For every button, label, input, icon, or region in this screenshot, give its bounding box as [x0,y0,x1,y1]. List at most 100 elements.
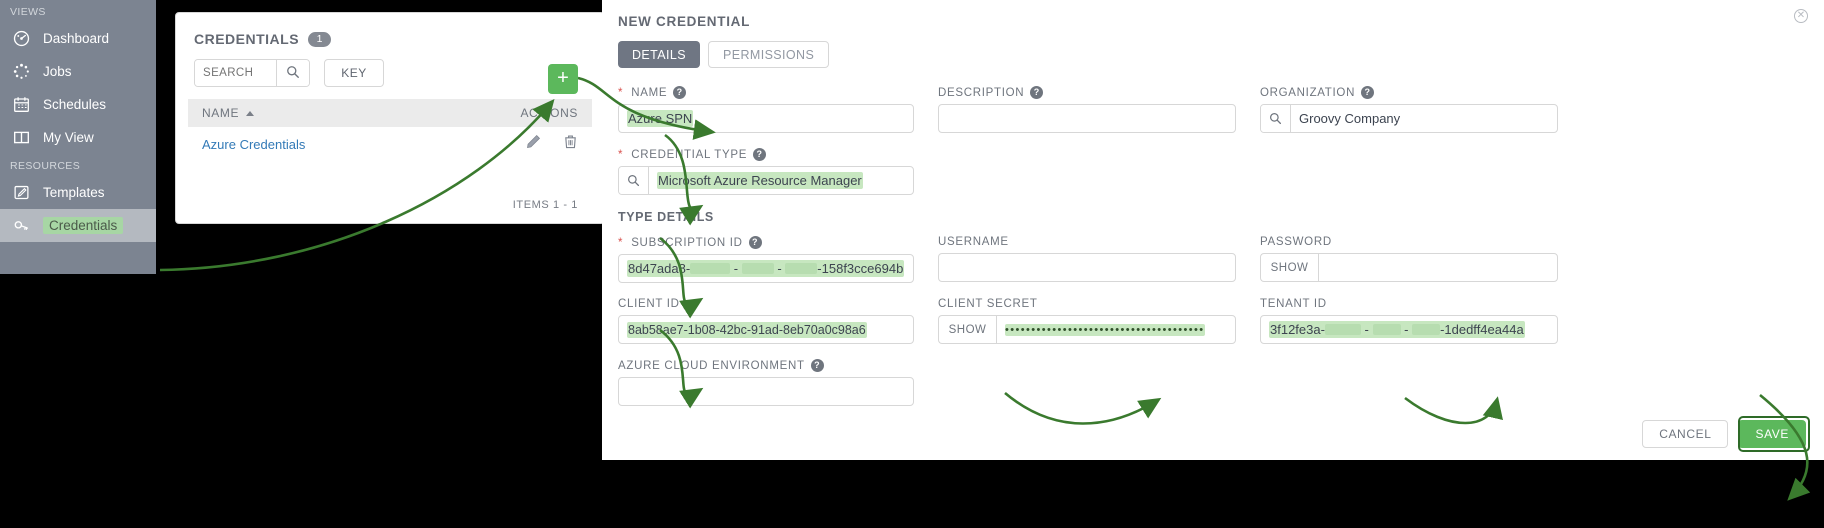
label-client-secret: CLIENT SECRET [938,298,1236,310]
name-value: Azure SPN [627,110,694,127]
label-text: CLIENT SECRET [938,298,1038,310]
key-icon [10,215,32,237]
sidebar-section-views: VIEWS [10,6,46,18]
sidebar-section-resources: RESOURCES [10,160,81,172]
close-icon[interactable]: ✕ [1794,9,1808,23]
pencil-icon[interactable] [526,134,541,154]
form-grid: * NAME ? Azure SPN DESCRIPTION ? ORGANIZ… [602,68,1824,406]
key-button[interactable]: KEY [324,59,384,87]
add-credential-button[interactable]: + [548,64,578,94]
organization-value: Groovy Company [1299,111,1401,126]
help-icon[interactable]: ? [753,148,767,161]
field-organization: ORGANIZATION ? Groovy Company [1260,86,1558,133]
sidebar-item-dashboard[interactable]: Dashboard [0,22,156,55]
credential-type-value-wrap: Microsoft Azure Resource Manager [649,172,913,189]
username-input[interactable] [938,253,1236,282]
credential-type-value: Microsoft Azure Resource Manager [657,172,863,189]
sidebar-item-credentials[interactable]: Credentials [0,209,156,242]
field-description: DESCRIPTION ? [938,86,1236,133]
help-icon[interactable]: ? [810,359,824,372]
client-secret-value: •••••••••••••••••••••••••••••••••••••• [1005,323,1205,336]
help-icon[interactable]: ? [748,236,762,249]
label-client-id: CLIENT ID [618,298,914,310]
required-asterisk: * [618,236,624,249]
field-credential-type: * CREDENTIAL TYPE ? Microsoft Azure Reso… [618,148,914,195]
help-icon[interactable]: ? [1030,86,1044,99]
list-controls: KEY [176,47,604,87]
column-header-name[interactable]: NAME [202,106,255,120]
table-row: Azure Credentials [188,127,592,161]
help-icon[interactable]: ? [1361,86,1375,99]
sidebar-item-my-view[interactable]: My View [0,121,156,154]
required-asterisk: * [618,86,624,99]
form-footer: CANCEL SAVE [1642,420,1806,448]
row-actions [526,134,578,154]
search-button[interactable] [276,60,309,86]
sidebar-item-templates[interactable]: Templates [0,176,156,209]
field-client-id: CLIENT ID 8ab58ae7-1b08-42bc-91ad-8eb70a… [618,298,914,344]
label-text: TENANT ID [1260,298,1327,310]
template-edit-icon [10,182,32,204]
sort-asc-icon [246,110,255,116]
subscription-id-prefix: 8d47ada8- [628,261,691,276]
label-name: * NAME ? [618,86,914,99]
field-azure-cloud-environment: AZURE CLOUD ENVIRONMENT ? [618,359,914,406]
sidebar-item-label: Dashboard [43,31,110,46]
password-input[interactable] [1318,253,1558,282]
password-group: SHOW [1260,253,1558,282]
tab-permissions[interactable]: PERMISSIONS [707,41,830,68]
tenant-id-prefix: 3f12fe3a- [1270,322,1325,337]
sidebar-item-schedules[interactable]: Schedules [0,88,156,121]
search-icon[interactable] [1261,105,1291,132]
label-organization: ORGANIZATION ? [1260,86,1558,99]
tenant-id-input[interactable]: 3f12fe3a- - - -1dedff4ea44a [1260,315,1558,344]
cancel-button[interactable]: CANCEL [1642,420,1729,448]
form-row-1: * NAME ? Azure SPN DESCRIPTION ? ORGANIZ… [618,86,1808,133]
column-header-name-label: NAME [202,106,240,120]
sidebar-item-label: My View [43,130,94,145]
save-button[interactable]: SAVE [1738,420,1806,448]
items-count: ITEMS 1 - 1 [512,199,578,211]
list-header: CREDENTIALS 1 [176,13,604,47]
description-input[interactable] [938,104,1236,133]
help-icon[interactable]: ? [673,86,687,99]
search-input[interactable] [195,60,276,86]
label-text: CLIENT ID [618,298,680,310]
name-input[interactable]: Azure SPN [618,104,914,133]
credentials-count-badge: 1 [308,31,332,47]
column-header-actions: ACTIONS [520,106,578,120]
form-row-4: CLIENT ID 8ab58ae7-1b08-42bc-91ad-8eb70a… [618,298,1808,344]
label-text: NAME [631,86,668,99]
trash-icon[interactable] [563,134,578,154]
organization-input[interactable]: Groovy Company [1260,104,1558,133]
sidebar-item-label: Templates [43,185,105,200]
label-text: USERNAME [938,236,1009,248]
credentials-list-panel: CREDENTIALS 1 KEY NAME ACTIONS Azure [175,12,605,224]
jobs-icon [10,61,32,83]
client-secret-group: SHOW •••••••••••••••••••••••••••••••••••… [938,315,1236,344]
azure-cloud-environment-input[interactable] [618,377,914,406]
table-header: NAME ACTIONS [188,99,592,127]
sidebar-item-label: Credentials [43,217,124,234]
sidebar-item-jobs[interactable]: Jobs [0,55,156,88]
search-icon[interactable] [619,167,649,194]
calendar-icon [10,94,32,116]
subscription-id-suffix: -158f3cce694b [817,261,904,276]
client-secret-show-button[interactable]: SHOW [938,315,996,344]
client-secret-input[interactable]: •••••••••••••••••••••••••••••••••••••• [996,315,1236,344]
label-text: DESCRIPTION [938,86,1025,99]
credential-type-input[interactable]: Microsoft Azure Resource Manager [618,166,914,195]
label-text: SUBSCRIPTION ID [631,236,743,249]
screenshot-root: VIEWS Dashboard Jobs Schedules My View R… [0,0,1824,528]
search-group [194,59,310,87]
field-username: USERNAME [938,236,1236,283]
subscription-id-input[interactable]: 8d47ada8- - - -158f3cce694b [618,254,914,283]
new-credential-form: NEW CREDENTIAL ✕ DETAILS PERMISSIONS * N… [602,0,1824,460]
credential-link[interactable]: Azure Credentials [202,137,305,152]
form-row-2: * CREDENTIAL TYPE ? Microsoft Azure Reso… [618,148,1808,195]
field-client-secret: CLIENT SECRET SHOW •••••••••••••••••••••… [938,298,1236,344]
label-subscription-id: * SUBSCRIPTION ID ? [618,236,914,249]
tab-details[interactable]: DETAILS [618,41,700,68]
client-id-input[interactable]: 8ab58ae7-1b08-42bc-91ad-8eb70a0c98a6 [618,315,914,344]
password-show-button[interactable]: SHOW [1260,253,1318,282]
